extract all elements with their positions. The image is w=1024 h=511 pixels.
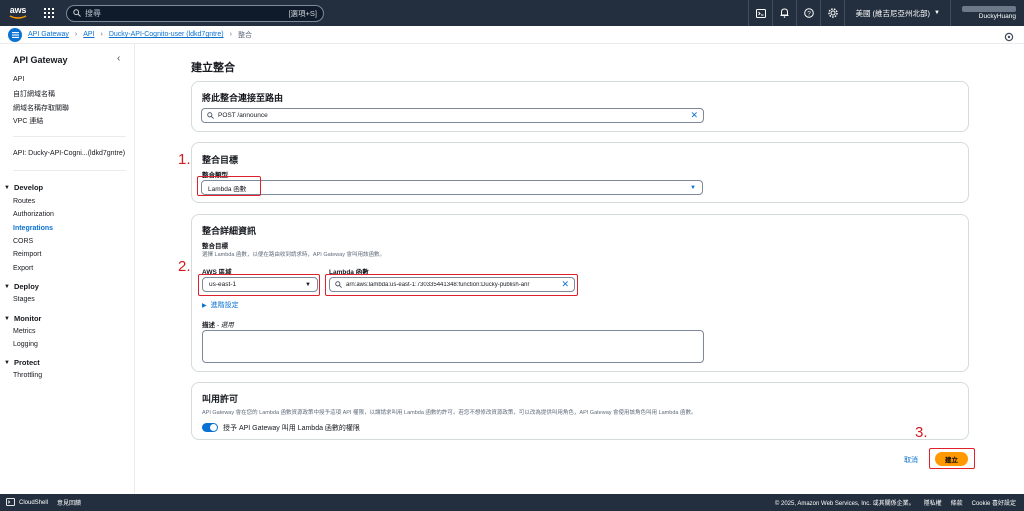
sidebar-item-routes[interactable]: Routes xyxy=(13,198,35,205)
annotation-box-1 xyxy=(197,176,261,196)
target-card-heading: 整合目標 xyxy=(202,155,239,165)
cookie-preferences-link[interactable]: Cookie 喜好設定 xyxy=(972,498,1016,507)
sidebar-item-vpc-links[interactable]: VPC 連結 xyxy=(13,116,43,126)
permission-card-heading: 叫用許可 xyxy=(202,394,239,404)
sidebar-item-domain-access[interactable]: 網域名稱存取關聯 xyxy=(13,103,69,113)
route-card: 將此整合連接至路由 POST /announce ✕ xyxy=(191,81,969,132)
account-id-redacted xyxy=(962,5,1016,12)
advanced-settings-toggle[interactable]: ▶ 進階設定 xyxy=(202,300,239,310)
search-placeholder: 搜尋 xyxy=(85,8,101,18)
region-selector[interactable]: 美國 (維吉尼亞州北部) ▼ xyxy=(844,0,950,26)
sidebar-item-metrics[interactable]: Metrics xyxy=(13,328,36,335)
copyright-text: © 2025, Amazon Web Services, Inc. 或其關係企業… xyxy=(774,501,915,507)
grant-permission-toggle[interactable] xyxy=(202,423,218,432)
annotation-number-2: 2. xyxy=(178,258,191,275)
breadcrumb-api[interactable]: API xyxy=(83,31,94,38)
annotation-box-3 xyxy=(929,448,975,469)
caret-down-icon: ▼ xyxy=(934,10,940,16)
close-sidebar-icon[interactable]: ‹ xyxy=(117,53,120,64)
breadcrumb-current: 整合 xyxy=(237,31,252,39)
breadcrumb-api-gateway[interactable]: API Gateway xyxy=(28,31,69,38)
clear-icon[interactable]: ✕ xyxy=(690,110,698,121)
settings-gear-icon[interactable] xyxy=(820,0,844,26)
sidebar-item-custom-domains[interactable]: 自訂網域名稱 xyxy=(13,89,55,99)
integration-target-card: 整合目標 整合類型 Lambda 函數 ▼ xyxy=(191,142,969,203)
services-grid-icon[interactable] xyxy=(40,4,58,22)
sidebar-item-export[interactable]: Export xyxy=(13,265,33,272)
sidebar-section-monitor[interactable]: ▼ Monitor xyxy=(4,314,41,323)
notifications-bell-icon[interactable] xyxy=(772,0,796,26)
feedback-link[interactable]: 意見回饋 xyxy=(57,498,81,507)
breadcrumb: API Gateway › API › Ducky-API-Cognito-us… xyxy=(28,30,252,40)
invoke-permission-card: 叫用許可 API Gateway 會在您的 Lambda 函數資源政策中授予這項… xyxy=(191,382,969,440)
caret-down-icon: ▼ xyxy=(4,184,10,191)
account-name: DuckyHuang xyxy=(978,12,1016,20)
search-shortcut: [選項+S] xyxy=(288,8,317,18)
route-card-heading: 將此整合連接至路由 xyxy=(202,93,284,103)
breadcrumb-api-name[interactable]: Ducky-API-Cognito-user (ldkd7gntre) xyxy=(109,31,224,38)
sidebar-item-stages[interactable]: Stages xyxy=(13,296,35,303)
sidebar-item-cors[interactable]: CORS xyxy=(13,238,33,245)
sidebar-item-logging[interactable]: Logging xyxy=(13,341,38,348)
account-menu[interactable]: DuckyHuang xyxy=(950,0,1024,26)
caret-down-icon: ▼ xyxy=(4,359,10,366)
menu-toggle-icon[interactable] xyxy=(8,27,22,42)
annotation-number-1: 1. xyxy=(178,151,191,168)
sidebar-divider xyxy=(13,170,126,171)
breadcrumb-separator-icon: › xyxy=(74,31,78,38)
sidebar-title: API Gateway xyxy=(13,55,68,65)
integration-target-description: 選擇 Lambda 函數，以便在路由收到請求時，API Gateway 會叫用該… xyxy=(202,252,386,258)
permission-description: API Gateway 會在您的 Lambda 函數資源政策中授予這項 API … xyxy=(202,410,697,416)
cloudshell-link[interactable]: CloudShell xyxy=(19,500,48,506)
global-search-input[interactable]: 搜尋 [選項+S] xyxy=(66,4,324,22)
route-search-input[interactable]: POST /announce ✕ xyxy=(201,108,704,123)
route-value: POST /announce xyxy=(218,112,268,119)
sidebar-item-integrations[interactable]: Integrations xyxy=(13,225,53,232)
cloudshell-icon[interactable] xyxy=(748,0,772,26)
search-icon xyxy=(207,112,214,119)
sidebar-section-develop[interactable]: ▼ Develop xyxy=(4,183,43,192)
annotation-number-3: 3. xyxy=(915,424,928,441)
help-icon[interactable]: ? xyxy=(796,0,820,26)
description-textarea[interactable] xyxy=(202,330,704,363)
sidebar-divider xyxy=(13,136,126,137)
integration-type-value: Lambda 函數 xyxy=(208,185,247,193)
grant-permission-label: 授予 API Gateway 叫用 Lambda 函數的權限 xyxy=(223,425,360,432)
side-navigation: API Gateway ‹ API 自訂網域名稱 網域名稱存取關聯 VPC 連結… xyxy=(0,44,135,494)
sidebar-item-throttling[interactable]: Throttling xyxy=(13,372,42,379)
page-title: 建立整合 xyxy=(191,62,235,74)
sidebar-item-authorization[interactable]: Authorization xyxy=(13,211,54,218)
annotation-box-2a xyxy=(198,274,320,296)
caret-down-icon: ▼ xyxy=(4,315,10,322)
aws-logo[interactable]: aws xyxy=(4,0,32,26)
integration-target-label: 整合目標 xyxy=(202,243,228,250)
annotation-box-2b xyxy=(325,274,578,296)
integration-type-select[interactable]: Lambda 函數 ▼ xyxy=(201,180,703,195)
breadcrumb-separator-icon: › xyxy=(100,31,103,38)
breadcrumb-separator-icon: › xyxy=(229,31,232,38)
sidebar-item-api[interactable]: API xyxy=(13,76,24,83)
caret-down-icon: ▼ xyxy=(4,283,10,290)
region-label: 美國 (維吉尼亞州北部) xyxy=(855,8,931,18)
sidebar-api-label[interactable]: API: Ducky-API-Cogni...(ldkd7gntre) xyxy=(13,150,125,157)
cancel-button[interactable]: 取消 xyxy=(904,455,918,465)
caret-down-icon: ▼ xyxy=(690,184,696,191)
top-navigation: aws 搜尋 [選項+S] ? 美國 (維吉尼亞州北部) ▼ DuckyHuan… xyxy=(0,0,1024,26)
svg-text:?: ? xyxy=(807,10,811,17)
breadcrumb-bar: API Gateway › API › Ducky-API-Cognito-us… xyxy=(0,26,1024,44)
terms-link[interactable]: 條款 xyxy=(951,498,963,507)
preferences-icon[interactable] xyxy=(1004,29,1014,47)
caret-right-icon: ▶ xyxy=(202,302,207,309)
console-footer: CloudShell 意見回饋 © 2025, Amazon Web Servi… xyxy=(0,494,1024,511)
cloudshell-icon[interactable] xyxy=(6,497,15,508)
sidebar-section-deploy[interactable]: ▼ Deploy xyxy=(4,282,39,291)
description-label: 描述 - 選用 xyxy=(202,322,234,329)
details-card-heading: 整合詳細資訊 xyxy=(202,226,257,236)
privacy-link[interactable]: 隱私權 xyxy=(924,498,942,507)
sidebar-section-protect[interactable]: ▼ Protect xyxy=(4,358,40,367)
search-icon xyxy=(73,9,81,17)
sidebar-item-reimport[interactable]: Reimport xyxy=(13,251,41,258)
